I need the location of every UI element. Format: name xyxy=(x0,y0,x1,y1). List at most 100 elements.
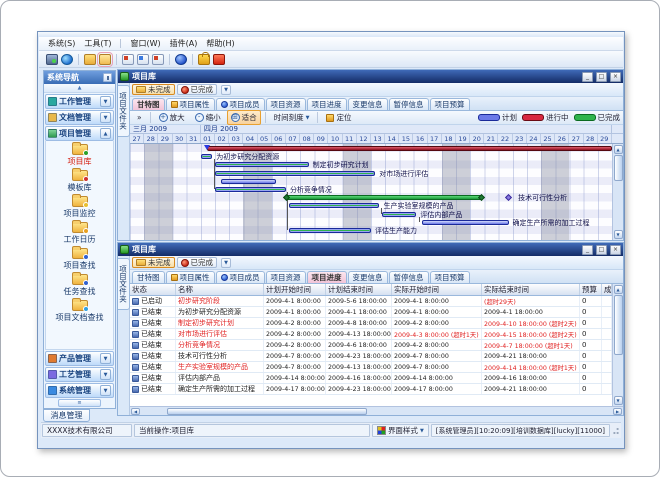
sidebar-item[interactable]: 工作日历 xyxy=(64,222,96,245)
filter-unfinished-button[interactable]: 未完成 xyxy=(132,257,175,268)
tab[interactable]: 项目进度 xyxy=(307,271,347,283)
help-icon[interactable] xyxy=(175,54,187,65)
gantt-bar[interactable] xyxy=(289,203,380,208)
fit-button[interactable]: ⊞适合 xyxy=(227,110,261,125)
chevron-down-icon[interactable]: ▼ xyxy=(221,85,231,95)
scroll-thumb[interactable] xyxy=(167,408,367,415)
project-folders-vertical-tab[interactable]: 项目文件夹 xyxy=(118,85,130,137)
scroll-up-icon[interactable]: ▲ xyxy=(614,145,623,154)
sidebar-item[interactable]: 项目监控 xyxy=(64,196,96,219)
close-button[interactable]: × xyxy=(610,245,621,255)
tab[interactable]: 项目进度 xyxy=(307,98,347,110)
chevron-down-icon[interactable]: ▼ xyxy=(100,96,111,107)
column-header[interactable]: 成 xyxy=(602,284,612,295)
gantt-bar[interactable] xyxy=(207,146,612,151)
sidebar-group[interactable]: 产品管理▼ xyxy=(45,351,114,366)
column-header[interactable]: 预算 xyxy=(580,284,602,295)
menu-item[interactable]: 系统(S) xyxy=(48,38,75,49)
table-horizontal-scrollbar[interactable]: ◀ ▶ xyxy=(130,406,623,415)
sidebar-item[interactable]: 任务查找 xyxy=(64,274,96,297)
message-management-tab[interactable]: 消息管理 xyxy=(43,409,90,422)
panel-title-bar[interactable]: 项目库 _ □ × xyxy=(118,243,623,256)
sidebar-group[interactable]: 文档管理▼ xyxy=(45,110,114,125)
column-header[interactable]: 计划开始时间 xyxy=(264,284,326,295)
table-vertical-scrollbar[interactable]: ▲ ▼ xyxy=(612,284,623,406)
mail-icon[interactable] xyxy=(122,54,134,65)
table-row[interactable]: 已结束确定生产所需的加工过程2009-4-17 8:00:002009-4-23… xyxy=(130,384,612,395)
zoom-out-button[interactable]: -缩小 xyxy=(191,110,225,125)
tab[interactable]: 暂停信息 xyxy=(389,98,429,110)
table-row[interactable]: 已结束评估内部产品2009-4-14 8:00:002009-4-16 18:0… xyxy=(130,373,612,384)
gantt-bar[interactable] xyxy=(201,154,212,159)
tab[interactable]: 暂停信息 xyxy=(389,271,429,283)
monitor-icon[interactable] xyxy=(46,54,58,65)
filter-unfinished-button[interactable]: 未完成 xyxy=(132,84,175,95)
table-row[interactable]: 已结束生产实验室规模的产品2009-4-7 8:00:002009-4-13 1… xyxy=(130,362,612,373)
gantt-bar[interactable] xyxy=(215,162,309,167)
column-header[interactable]: 实际开始时间 xyxy=(392,284,482,295)
scroll-down-icon[interactable]: ▼ xyxy=(614,230,623,239)
chevron-down-icon[interactable]: ▼ xyxy=(100,112,111,123)
sidebar-collapse-button[interactable]: ▲ xyxy=(44,84,115,93)
close-button[interactable]: × xyxy=(610,72,621,82)
sidebar-group[interactable]: 工作管理▼ xyxy=(45,94,114,109)
column-header[interactable]: 名称 xyxy=(176,284,264,295)
maximize-button[interactable]: □ xyxy=(596,245,607,255)
tab[interactable]: 变更信息 xyxy=(348,98,388,110)
resize-grip[interactable] xyxy=(612,426,620,436)
menu-item[interactable]: 插件(A) xyxy=(170,38,198,49)
sidebar-group-project[interactable]: 项目管理 ▲ xyxy=(45,126,114,141)
scroll-thumb[interactable] xyxy=(614,295,623,355)
sidebar-item[interactable]: 项目库 xyxy=(68,144,92,167)
tab[interactable]: 项目成员 xyxy=(216,271,265,283)
chevron-down-icon[interactable]: ▼ xyxy=(221,258,231,268)
menu-item[interactable]: 工具(T) xyxy=(84,38,111,49)
tab[interactable]: 项目预算 xyxy=(430,271,470,283)
chevron-down-icon[interactable]: ▼ xyxy=(100,385,111,396)
column-header[interactable]: 实际结束时间 xyxy=(482,284,580,295)
project-folders-vertical-tab[interactable]: 项目文件夹 xyxy=(118,258,130,310)
tab[interactable]: 项目成员 xyxy=(216,98,265,110)
chevron-up-icon[interactable]: ▲ xyxy=(100,128,111,139)
tab[interactable]: 项目预算 xyxy=(430,98,470,110)
chevron-down-icon[interactable]: ▼ xyxy=(100,369,111,380)
globe-icon[interactable] xyxy=(61,54,73,65)
column-header[interactable]: 计划结束时间 xyxy=(326,284,392,295)
gantt-bar[interactable] xyxy=(215,187,286,192)
sidebar-item[interactable]: 项目文档查找 xyxy=(56,300,104,323)
menu-item[interactable]: 帮助(H) xyxy=(206,38,234,49)
gantt-chart[interactable]: 为初步研究分配资源制定初步研究计划对市场进行评估分析竞争情况技术可行性分析生产实… xyxy=(130,144,612,240)
table-row[interactable]: 已结束分析竞争情况2009-4-2 8:00:002009-4-6 18:00:… xyxy=(130,340,612,351)
mail-alert-icon[interactable] xyxy=(152,54,164,65)
sidebar-item[interactable]: 模板库 xyxy=(68,170,92,193)
table-row[interactable]: 已结束对市场进行评估2009-4-2 8:00:002009-4-13 18:0… xyxy=(130,329,612,340)
gantt-bar[interactable] xyxy=(382,212,416,217)
sidebar-group[interactable]: 工艺管理▼ xyxy=(45,367,114,382)
pin-icon[interactable] xyxy=(103,73,112,82)
minimize-button[interactable]: _ xyxy=(582,245,593,255)
mail-report-icon[interactable] xyxy=(137,54,149,65)
table-row[interactable]: 已结束制定初步研究计划2009-4-2 8:00:002009-4-8 18:0… xyxy=(130,318,612,329)
folder-icon[interactable] xyxy=(84,54,96,65)
filter-finished-button[interactable]: 已完成 xyxy=(177,84,218,95)
gantt-bar[interactable] xyxy=(289,228,371,233)
maximize-button[interactable]: □ xyxy=(596,72,607,82)
scroll-left-icon[interactable]: ◀ xyxy=(131,408,140,415)
scroll-up-icon[interactable]: ▲ xyxy=(614,285,623,294)
scroll-thumb[interactable] xyxy=(614,155,623,181)
table-row[interactable]: 已结束技术可行性分析2009-4-7 8:00:002009-4-23 18:0… xyxy=(130,351,612,362)
column-header[interactable]: 状态 xyxy=(130,284,176,295)
zoom-in-button[interactable]: +放大 xyxy=(155,110,189,125)
sidebar-group[interactable]: 系统管理▼ xyxy=(45,383,114,398)
locate-button[interactable]: 定位 xyxy=(322,110,355,125)
tab[interactable]: 项目资源 xyxy=(266,98,306,110)
tab[interactable]: 甘特图 xyxy=(132,98,165,110)
minimize-button[interactable]: _ xyxy=(582,72,593,82)
gantt-bar[interactable] xyxy=(221,179,276,184)
gantt-vertical-scrollbar[interactable]: ▲ ▼ xyxy=(612,144,623,240)
more-tools-button[interactable]: » xyxy=(133,111,146,124)
table-row[interactable]: 已启动初步研究阶段2009-4-1 8:00:002009-5-6 18:00:… xyxy=(130,296,612,307)
filter-finished-button[interactable]: 已完成 xyxy=(177,257,218,268)
folder-open-icon[interactable] xyxy=(99,54,111,65)
tab[interactable]: 甘特图 xyxy=(132,271,165,283)
